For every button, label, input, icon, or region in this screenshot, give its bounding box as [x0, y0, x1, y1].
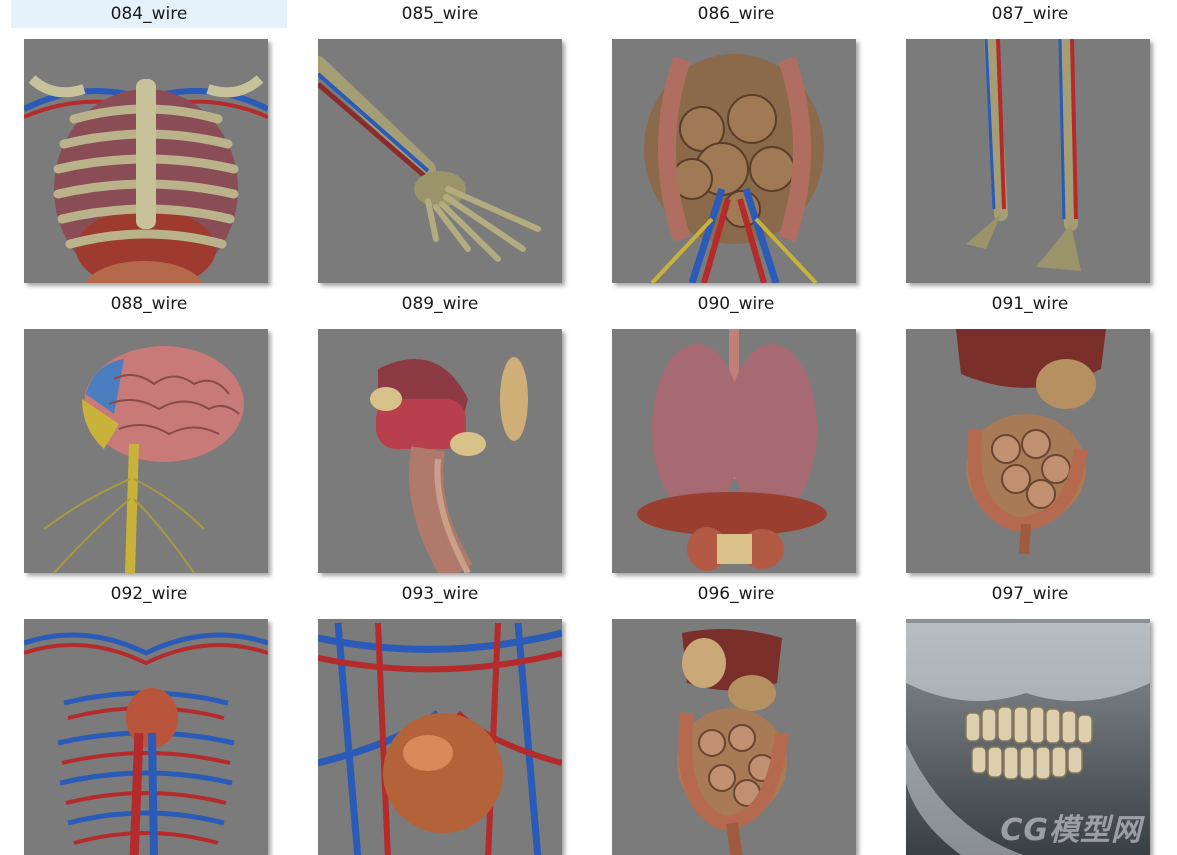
watermark-logo: CG模型网	[1000, 813, 1142, 848]
item-label-084[interactable]: 084_wire	[11, 0, 287, 28]
item-label-087[interactable]: 087_wire	[892, 0, 1168, 28]
thumbnail-grid: 084_wire 085_wire 086_wire 087_wire 088_…	[0, 0, 1177, 855]
thumbnail-086-abdomen[interactable]	[612, 39, 856, 283]
thumbnail-089-tongue[interactable]	[318, 329, 562, 573]
item-label-097[interactable]: 097_wire	[892, 580, 1168, 608]
thumbnail-093-heart[interactable]	[318, 619, 562, 855]
item-label-086[interactable]: 086_wire	[598, 0, 874, 28]
thumbnail-088-brain[interactable]	[24, 329, 268, 573]
thumbnail-092-ribcage-vessels[interactable]	[24, 619, 268, 855]
item-label-088[interactable]: 088_wire	[11, 290, 287, 318]
item-label-092[interactable]: 092_wire	[11, 580, 287, 608]
thumbnail-091-liver[interactable]	[906, 329, 1150, 573]
item-label-085[interactable]: 085_wire	[302, 0, 578, 28]
item-label-089[interactable]: 089_wire	[302, 290, 578, 318]
thumbnail-090-lungs[interactable]	[612, 329, 856, 573]
thumbnail-085-arm[interactable]	[318, 39, 562, 283]
item-label-091[interactable]: 091_wire	[892, 290, 1168, 318]
thumbnail-087-legs[interactable]	[906, 39, 1150, 283]
thumbnail-096-digestive[interactable]	[612, 619, 856, 855]
item-label-096[interactable]: 096_wire	[598, 580, 874, 608]
thumbnail-097-skull[interactable]: CG模型网	[906, 619, 1150, 855]
item-label-093[interactable]: 093_wire	[302, 580, 578, 608]
item-label-090[interactable]: 090_wire	[598, 290, 874, 318]
thumbnail-084-thorax[interactable]	[24, 39, 268, 283]
